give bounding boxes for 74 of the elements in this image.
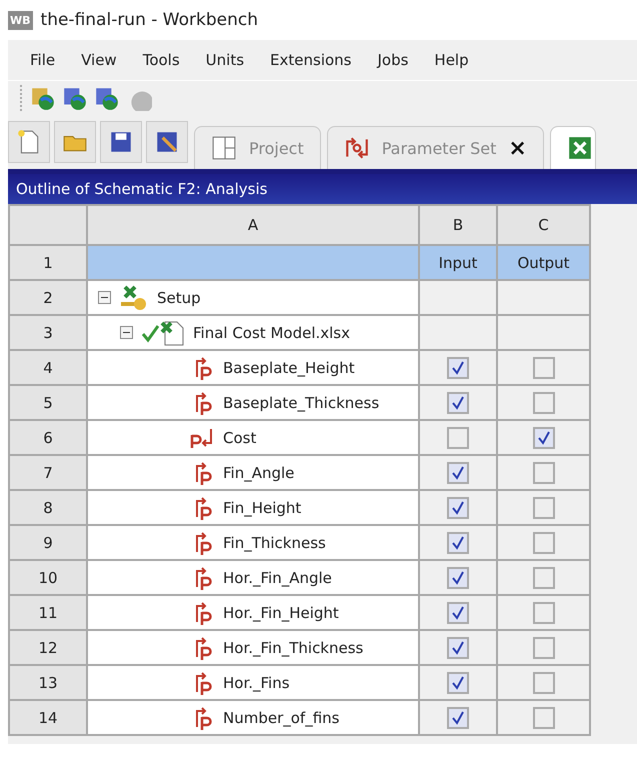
input-checkbox[interactable] [447,462,469,484]
excel-file-icon [141,320,185,346]
input-checkbox[interactable] [447,706,469,728]
window-title: the-final-run - Workbench [40,10,258,30]
output-checkbox[interactable] [532,392,554,414]
input-checkbox[interactable] [447,356,469,378]
tab[interactable] [550,126,596,169]
row-number: 3 [9,315,87,350]
output-checkbox[interactable] [532,706,554,728]
input-checkbox[interactable] [447,636,469,658]
row-number: 2 [9,280,87,315]
close-button[interactable]: × [508,136,527,160]
output-checkbox[interactable] [532,356,554,378]
output-checkbox[interactable] [532,566,554,588]
panel-title: Outline of Schematic F2: Analysis [8,174,637,204]
parameter-icon [344,135,370,161]
menu-item[interactable]: View [81,51,117,69]
row-number: 9 [9,525,87,560]
save-icon[interactable] [100,121,142,163]
input-checkbox[interactable] [447,532,469,554]
output-checkbox[interactable] [532,462,554,484]
output-checkbox[interactable] [532,496,554,518]
input-checkbox[interactable] [447,672,469,694]
row-number: 4 [9,350,87,385]
input-checkbox[interactable] [447,602,469,624]
column-header: A [87,205,419,245]
menu-item[interactable]: Help [434,51,469,69]
row-number: 14 [9,700,87,735]
input-checkbox[interactable] [447,496,469,518]
row-number: 6 [9,420,87,455]
row-number: 7 [9,455,87,490]
new-file-icon[interactable] [8,121,50,163]
tree-item-label[interactable]: Fin_Angle [223,464,294,482]
excel-key-icon [119,284,149,310]
output-checkbox[interactable] [532,636,554,658]
tree-item-label[interactable]: Hor._Fin_Height [223,604,339,622]
menu-item[interactable]: Jobs [377,51,408,69]
output-checkbox[interactable] [532,532,554,554]
menu-item[interactable]: Tools [142,51,180,69]
row-number: 8 [9,490,87,525]
row-number: 11 [9,595,87,630]
column-header: C [497,205,590,245]
expander-icon[interactable] [98,291,111,304]
column-header: B [419,205,497,245]
tab[interactable]: Parameter Set × [326,126,544,169]
row-number: 10 [9,560,87,595]
excel-icon [566,135,593,161]
export-icon[interactable] [146,121,188,163]
menu-item[interactable]: File [30,51,56,69]
menu-item[interactable]: Units [206,51,244,69]
input-checkbox[interactable] [447,392,469,414]
tree-item-label[interactable]: Fin_Thickness [223,534,326,552]
output-checkbox[interactable] [532,426,554,448]
tree-item-label[interactable]: Fin_Height [223,498,302,516]
output-checkbox[interactable] [532,602,554,624]
layout-icon [211,135,237,161]
tree-item-label[interactable]: Hor._Fin_Angle [223,568,332,586]
row-number: 13 [9,665,87,700]
app-badge: WB [8,10,33,30]
column-label: Input [419,245,497,280]
column-label: Output [497,245,590,280]
input-checkbox[interactable] [447,426,469,448]
tree-item-label[interactable]: Setup [157,288,201,306]
tree-item-label[interactable]: Cost [223,428,256,446]
menu-item[interactable]: Extensions [270,51,352,69]
row-number: 5 [9,385,87,420]
row-number: 1 [9,245,87,280]
folder-icon[interactable] [54,121,96,163]
row-number: 12 [9,630,87,665]
tree-item-label[interactable]: Number_of_fins [223,708,340,726]
output-checkbox[interactable] [532,672,554,694]
tree-item-label[interactable]: Hor._Fins [223,674,290,692]
expander-icon[interactable] [120,326,133,339]
input-checkbox[interactable] [447,566,469,588]
